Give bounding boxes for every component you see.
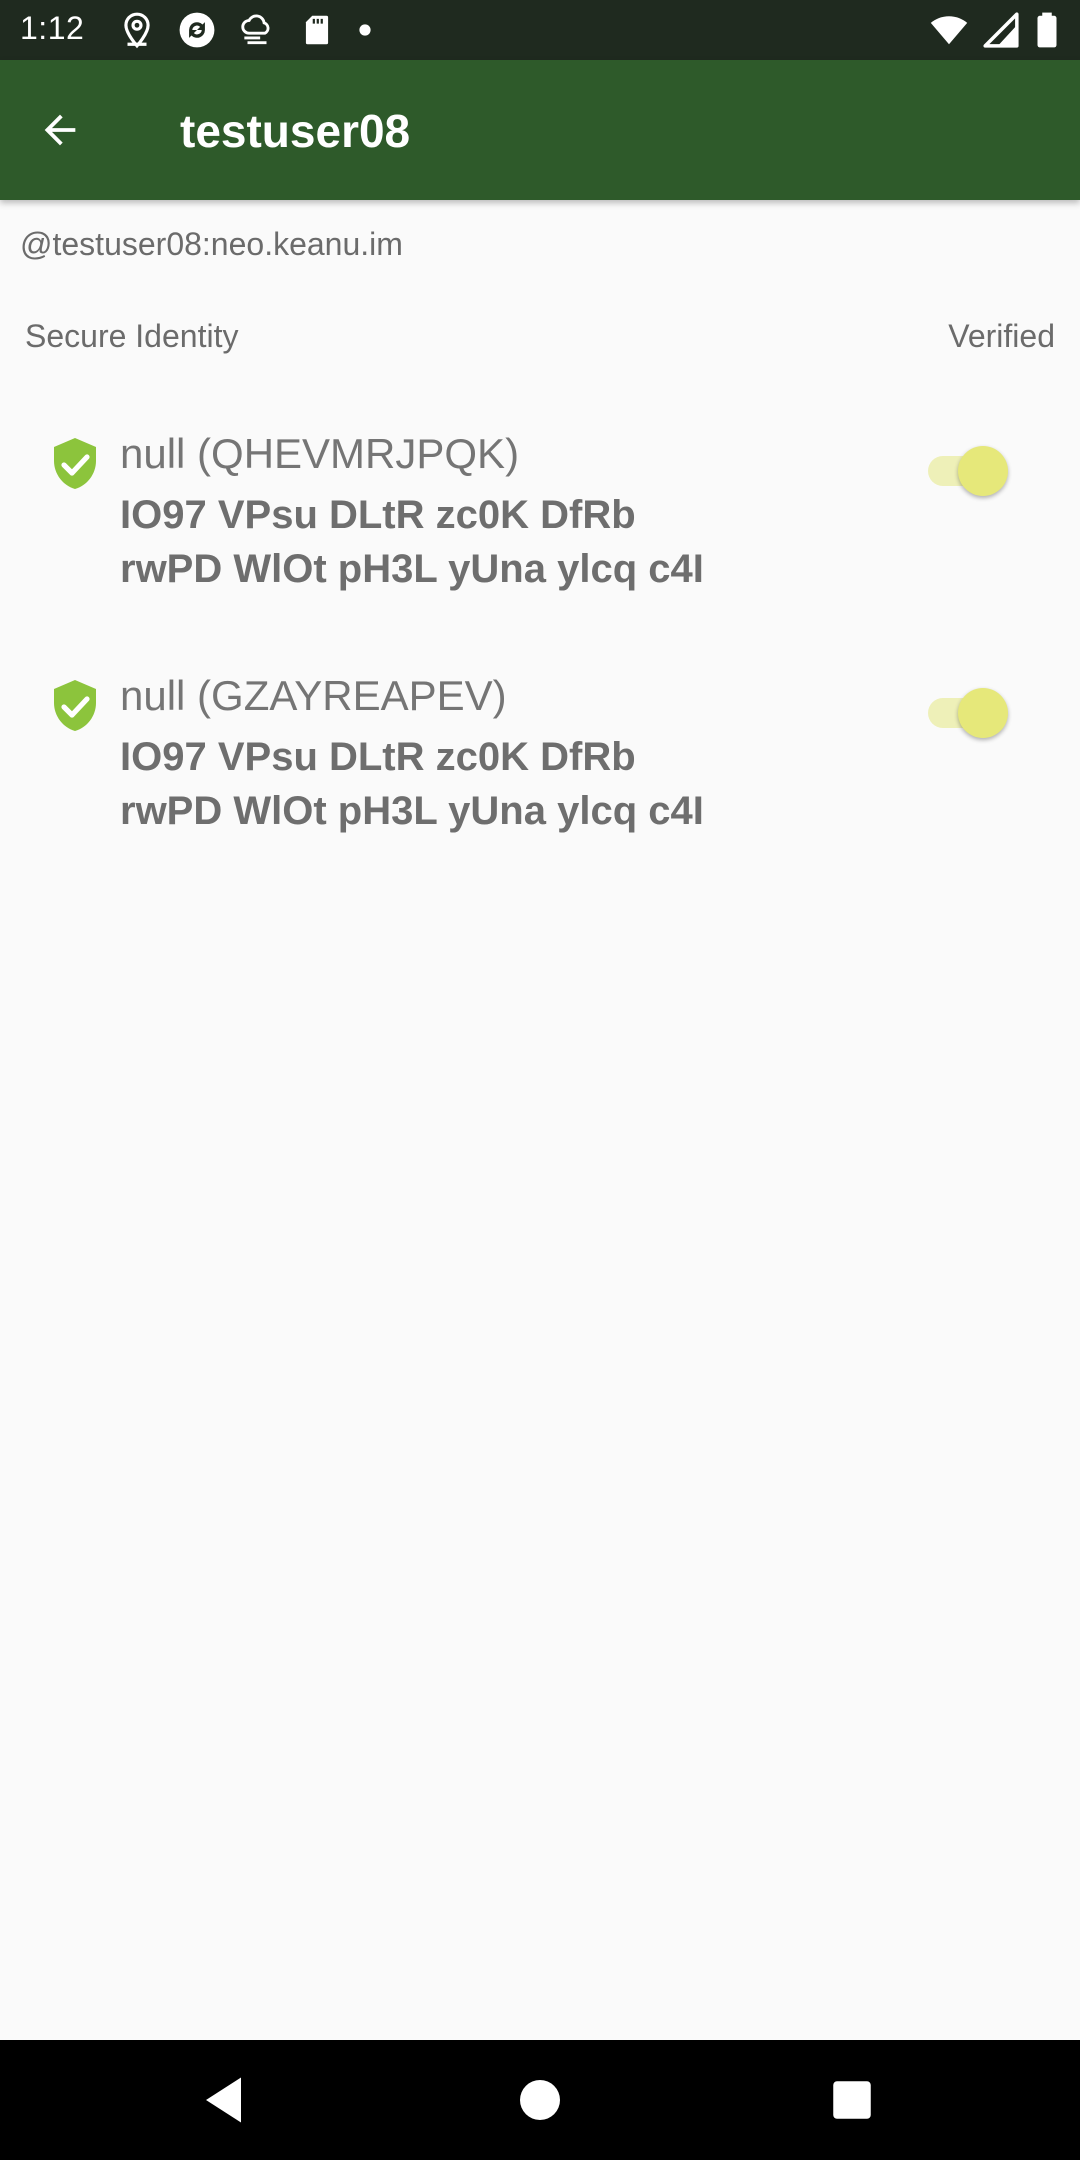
wifi-icon xyxy=(930,11,968,49)
page-title: testuser08 xyxy=(180,105,411,157)
battery-icon xyxy=(1034,11,1060,49)
device-fingerprint: IO97 VPsu DLtR zc0K DfRb rwPD WlOt pH3L … xyxy=(120,730,840,838)
device-name: null (QHEVMRJPQK) xyxy=(120,430,520,477)
sd-card-icon xyxy=(298,11,336,49)
arrow-back-icon xyxy=(44,114,76,146)
home-circle-icon xyxy=(520,2080,560,2120)
device-row: null (QHEVMRJPQK) IO97 VPsu DLtR zc0K Df… xyxy=(0,420,1080,650)
device-row: null (GZAYREAPEV) IO97 VPsu DLtR zc0K Df… xyxy=(0,662,1080,892)
back-triangle-icon xyxy=(206,2077,241,2123)
back-button[interactable] xyxy=(30,100,90,160)
location-icon xyxy=(118,11,156,49)
status-icons-right xyxy=(930,10,1060,50)
recents-square-icon xyxy=(833,2081,871,2119)
verified-shield-icon xyxy=(50,436,100,492)
notification-dot-icon xyxy=(358,11,372,49)
app-bar: testuser08 xyxy=(0,60,1080,200)
signal-icon xyxy=(982,11,1020,49)
status-time: 1:12 xyxy=(20,10,85,46)
sync-icon xyxy=(178,11,216,49)
nav-recents-button[interactable] xyxy=(822,2070,882,2130)
verified-toggle[interactable] xyxy=(926,442,1010,498)
user-id: @testuser08:neo.keanu.im xyxy=(20,226,403,262)
fingerprint-line-2: rwPD WlOt pH3L yUna ylcq c4I xyxy=(120,547,704,591)
device-fingerprint: IO97 VPsu DLtR zc0K DfRb rwPD WlOt pH3L … xyxy=(120,488,840,596)
navigation-bar xyxy=(0,2040,1080,2160)
nav-back-button[interactable] xyxy=(196,2070,256,2130)
status-bar: 1:12 xyxy=(0,0,1080,60)
fingerprint-line-2: rwPD WlOt pH3L yUna ylcq c4I xyxy=(120,789,704,833)
toggle-thumb xyxy=(958,446,1008,496)
verified-shield-icon xyxy=(50,678,100,734)
section-header: Secure Identity Verified xyxy=(0,314,1080,362)
nav-home-button[interactable] xyxy=(510,2070,570,2130)
fingerprint-line-1: IO97 VPsu DLtR zc0K DfRb xyxy=(120,735,636,779)
section-title: Secure Identity xyxy=(25,318,239,354)
toggle-thumb xyxy=(958,688,1008,738)
weather-icon xyxy=(238,11,276,49)
device-name: null (GZAYREAPEV) xyxy=(120,672,507,719)
fingerprint-line-1: IO97 VPsu DLtR zc0K DfRb xyxy=(120,493,636,537)
status-icons-left xyxy=(118,10,372,50)
verified-toggle[interactable] xyxy=(926,684,1010,740)
verified-column-label: Verified xyxy=(948,318,1055,354)
